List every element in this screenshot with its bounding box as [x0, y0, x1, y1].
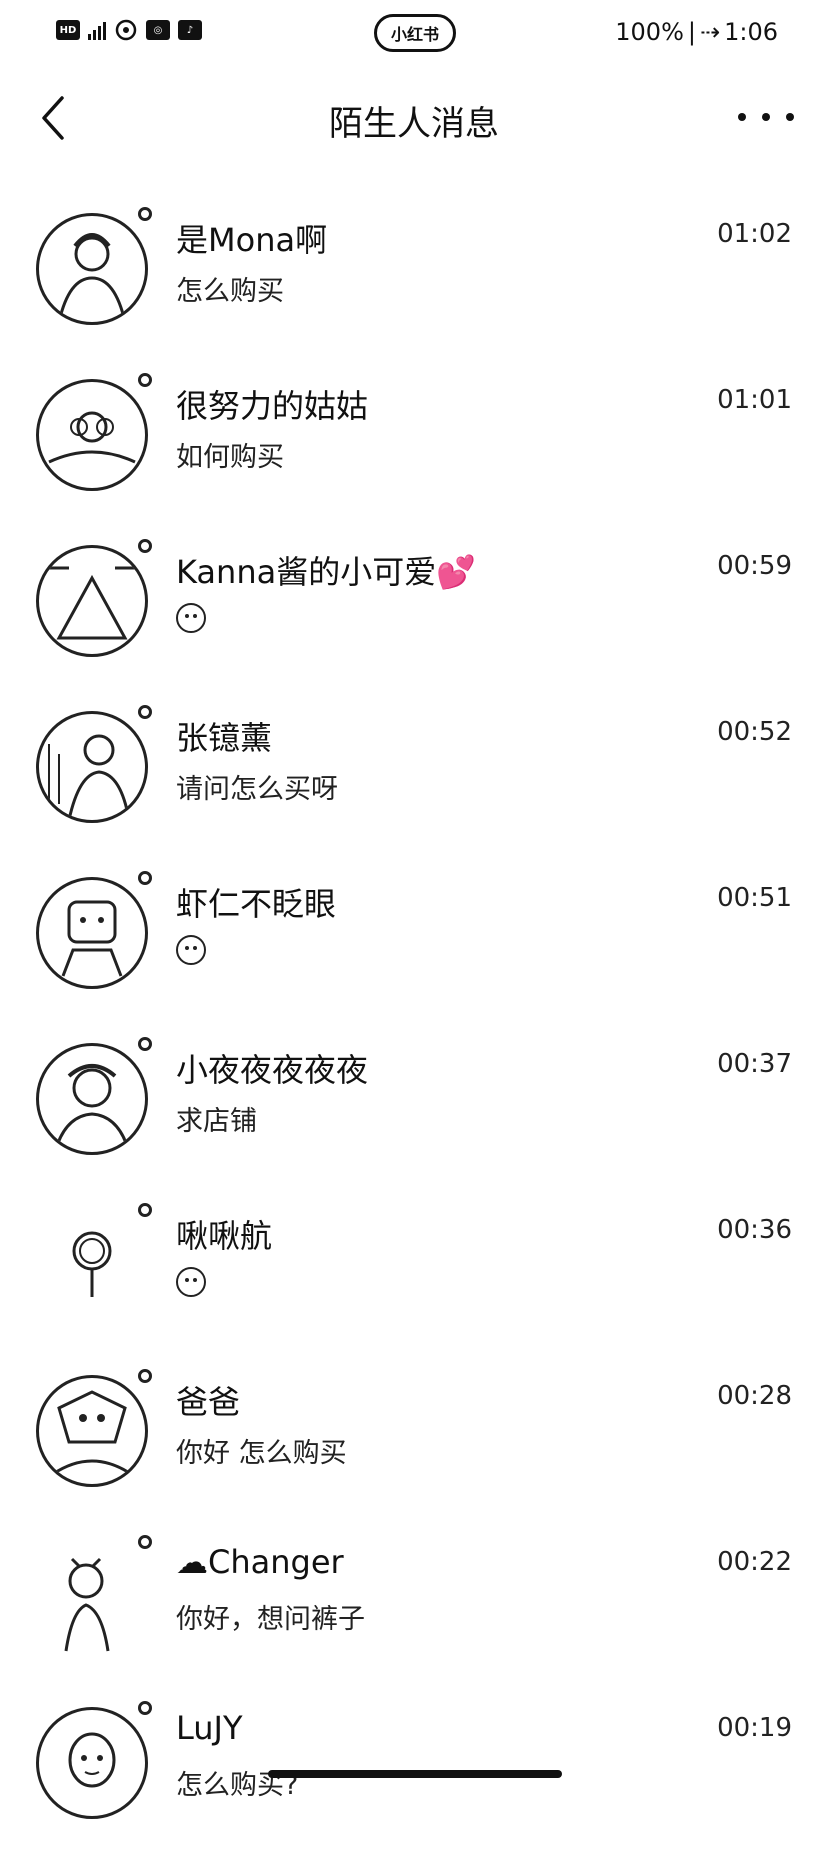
clock: 1:06: [724, 18, 778, 46]
message-time: 00:22: [717, 1547, 792, 1577]
status-dot-icon: [138, 1369, 152, 1383]
message-time: 00:51: [717, 883, 792, 913]
message-preview: 求店铺: [176, 1106, 257, 1137]
message-time: 00:36: [717, 1215, 792, 1245]
battery-icon: ⇢: [699, 18, 721, 46]
girl-portrait-icon: [36, 1707, 148, 1819]
message-time: 00:28: [717, 1381, 792, 1411]
contact-name: Kanna酱的小可爱💕: [176, 547, 476, 593]
page-title: 陌生人消息: [329, 104, 499, 144]
message-preview: [176, 601, 206, 633]
status-right: 100% | ⇢ 1:06: [615, 18, 778, 46]
nav-bar: 陌生人消息: [0, 72, 828, 164]
avatar[interactable]: [36, 871, 152, 989]
girl-portrait-icon: [36, 213, 148, 325]
contact-name: 虾仁不眨眼: [176, 885, 337, 923]
contact-name: ☁Changer: [176, 1543, 344, 1581]
status-dot-icon: [138, 1535, 152, 1549]
girl-portrait-icon: [36, 711, 148, 823]
cartoon-icon: [36, 1375, 148, 1487]
dot-icon: [738, 113, 746, 121]
status-dot-icon: [138, 1203, 152, 1217]
message-time: 00:52: [717, 717, 792, 747]
list-item[interactable]: 啾啾航 00:36: [0, 1185, 828, 1351]
girl-portrait-icon: [36, 1043, 148, 1155]
message-preview: 你好 怎么购买: [176, 1438, 347, 1469]
list-item[interactable]: 很努力的姑姑 如何购买 01:01: [0, 355, 828, 521]
dot-icon: [762, 113, 770, 121]
status-dot-icon: [138, 1037, 152, 1051]
tiktok-icon: ♪: [178, 20, 202, 40]
message-time: 00:19: [717, 1713, 792, 1743]
avatar[interactable]: [36, 1535, 152, 1653]
message-time: 01:01: [717, 385, 792, 415]
heart-icon: 💕: [436, 553, 477, 591]
avatar[interactable]: [36, 207, 152, 325]
avatar[interactable]: [36, 1037, 152, 1155]
list-item[interactable]: 爸爸 你好 怎么购买 00:28: [0, 1351, 828, 1517]
divider-icon: |: [687, 18, 696, 46]
status-dot-icon: [138, 1701, 152, 1715]
avatar[interactable]: [36, 1701, 152, 1819]
list-item[interactable]: 小夜夜夜夜夜 求店铺 00:37: [0, 1019, 828, 1185]
message-preview: 怎么购买?: [176, 1770, 299, 1801]
message-time: 00:59: [717, 551, 792, 581]
contact-name-text: Changer: [208, 1543, 344, 1581]
scenery-icon: [36, 545, 148, 657]
home-indicator[interactable]: [268, 1770, 562, 1778]
status-left: HD ◎ ♪: [56, 18, 202, 42]
avatar[interactable]: [36, 539, 152, 657]
contact-name: 啾啾航: [176, 1217, 273, 1255]
status-dot-icon: [138, 373, 152, 387]
status-dot-icon: [138, 539, 152, 553]
list-item[interactable]: ☁Changer 你好，想问裤子 00:22: [0, 1517, 828, 1683]
pin-icon: [36, 1209, 148, 1321]
message-time: 00:37: [717, 1049, 792, 1079]
emoji-face-icon: [176, 602, 206, 633]
list-item[interactable]: LuJY 怎么购买? 00:19: [0, 1683, 828, 1849]
avatar[interactable]: [36, 1203, 152, 1321]
message-preview: 怎么购买: [176, 276, 284, 307]
emoji-face-icon: [176, 934, 206, 965]
dot-icon: [786, 113, 794, 121]
hd-badge: HD: [56, 20, 80, 40]
status-dot-icon: [138, 705, 152, 719]
message-time: 01:02: [717, 219, 792, 249]
status-dot-icon: [138, 207, 152, 221]
more-options-button[interactable]: [738, 102, 794, 132]
message-list: 是Mona啊 怎么购买 01:02 很努力的姑姑 如何购买 01:01 Kann…: [0, 164, 828, 1849]
wifi-icon: [115, 19, 137, 41]
list-item[interactable]: 虾仁不眨眼 00:51: [0, 853, 828, 1019]
contact-name: 很努力的姑姑: [176, 387, 369, 425]
signal-icon: [88, 20, 106, 40]
contact-name: LuJY: [176, 1709, 243, 1747]
message-preview: [176, 1265, 206, 1297]
contact-name: 爸爸: [176, 1383, 241, 1421]
list-item[interactable]: 是Mona啊 怎么购买 01:02: [0, 189, 828, 355]
contact-name: 张镱薰: [176, 719, 273, 757]
list-item[interactable]: Kanna酱的小可爱💕 00:59: [0, 521, 828, 687]
contact-name-text: Kanna酱的小可爱: [176, 553, 437, 591]
avatar[interactable]: [36, 1369, 152, 1487]
contact-name: 是Mona啊: [176, 221, 328, 259]
status-bar: HD ◎ ♪ 小红书 100% | ⇢ 1:06: [0, 0, 828, 72]
battery-percent: 100%: [615, 18, 684, 46]
app-brand-badge: 小红书: [374, 14, 456, 52]
status-dot-icon: [138, 871, 152, 885]
message-preview: 你好，想问裤子: [176, 1604, 365, 1635]
cartoon-icon: [36, 877, 148, 989]
contact-name: 小夜夜夜夜夜: [176, 1051, 369, 1089]
avatar[interactable]: [36, 705, 152, 823]
cloud-icon: ☁: [176, 1543, 208, 1581]
list-item[interactable]: 张镱薰 请问怎么买呀 00:52: [0, 687, 828, 853]
message-preview: 请问怎么买呀: [176, 774, 338, 805]
girl-portrait-icon: [36, 1541, 148, 1653]
app-notification-icon: ◎: [146, 20, 170, 40]
message-preview: [176, 933, 206, 965]
avatar[interactable]: [36, 373, 152, 491]
flower-scene-icon: [36, 379, 148, 491]
emoji-face-icon: [176, 1266, 206, 1297]
message-preview: 如何购买: [176, 442, 284, 473]
